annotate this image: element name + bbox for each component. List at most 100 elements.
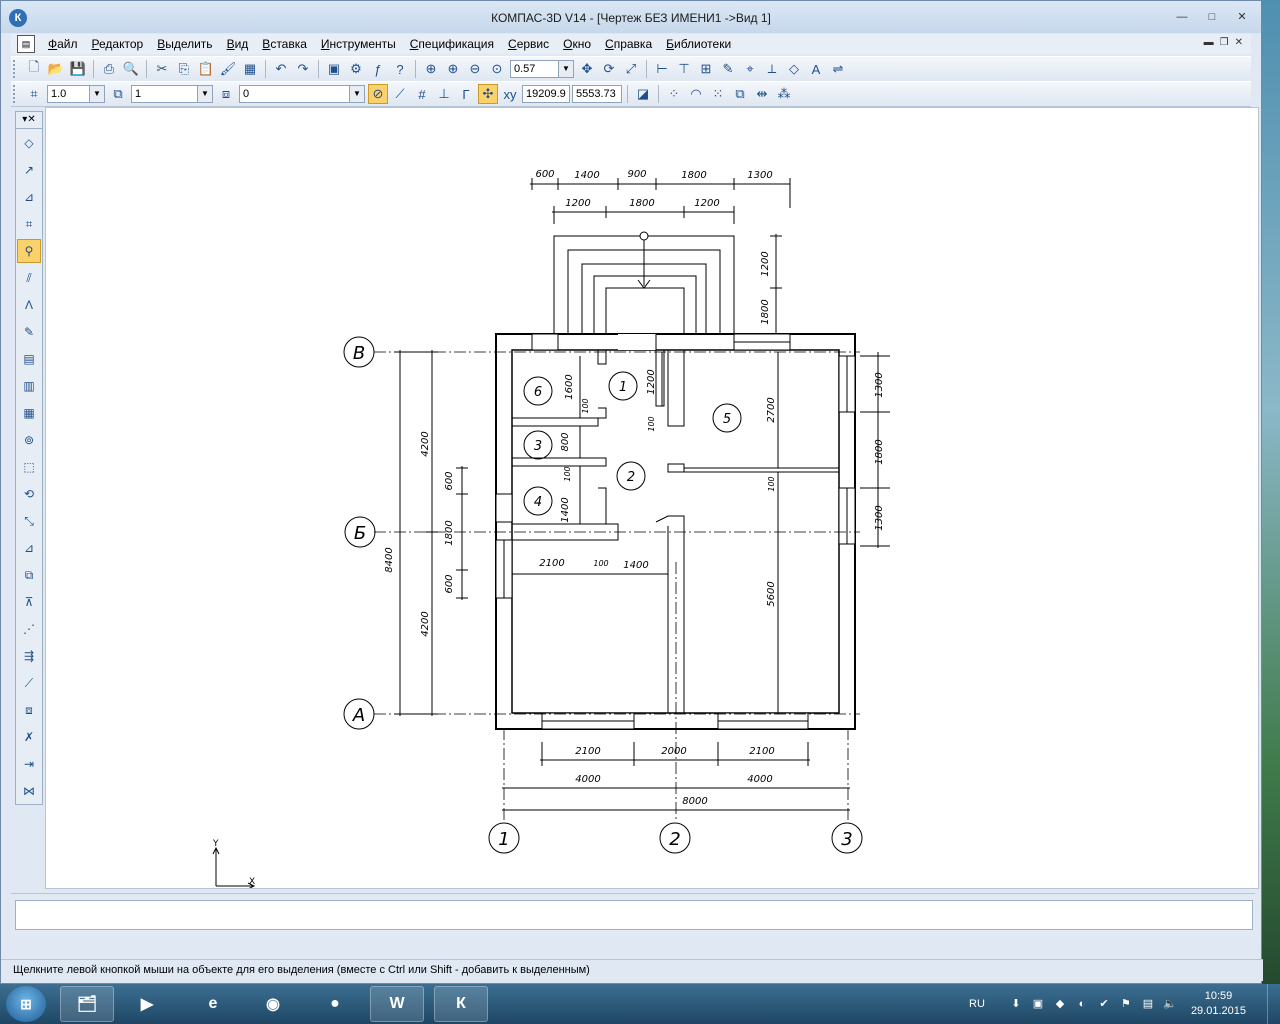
show-desktop-button[interactable] (1267, 984, 1280, 1024)
menu-view[interactable]: Вид (220, 34, 256, 54)
paste-icon[interactable]: 📋 (196, 59, 216, 79)
print-icon[interactable]: ⎙ (99, 59, 119, 79)
edit-tool-icon[interactable]: ⌗ (17, 212, 41, 236)
menu-help[interactable]: Справка (598, 34, 659, 54)
dimension-icon[interactable]: ⊢ (652, 59, 672, 79)
toolbar-grip[interactable] (13, 60, 19, 78)
spec-icon[interactable]: A (806, 59, 826, 79)
new-file-icon[interactable]: 🗋 (24, 59, 44, 79)
extend-tool-icon[interactable]: ⇶ (17, 644, 41, 668)
style-icon[interactable]: ⧉ (108, 84, 128, 104)
ortho-icon[interactable]: ⟋ (390, 84, 410, 104)
zoom-out-icon[interactable]: ⊖ (465, 59, 485, 79)
align-tool-icon[interactable]: ⇥ (17, 752, 41, 776)
help-pointer-icon[interactable]: ? (390, 59, 410, 79)
menu-select[interactable]: Выделить (150, 34, 219, 54)
app-taskbar-icon[interactable]: ● (308, 986, 362, 1022)
grid-icon[interactable]: # (412, 84, 432, 104)
chrome-taskbar-icon[interactable]: ◉ (246, 986, 300, 1022)
refresh-icon[interactable]: ⟳ (599, 59, 619, 79)
snap-icon[interactable]: ⊘ (368, 84, 388, 104)
chevron-down-icon[interactable]: ▼ (349, 86, 364, 102)
doc-minimize-icon[interactable]: ▬ (1204, 37, 1214, 48)
select-icon[interactable]: ◇ (784, 59, 804, 79)
designations-tool-icon[interactable]: ⊿ (17, 185, 41, 209)
delete-tool-icon[interactable]: ✗ (17, 725, 41, 749)
break-tool-icon[interactable]: ⟋ (17, 671, 41, 695)
dimensions-tool-icon[interactable]: ↗ (17, 158, 41, 182)
library-icon[interactable]: ⚙ (346, 59, 366, 79)
dots-icon[interactable]: ⁙ (708, 84, 728, 104)
symbols-icon[interactable]: ⊤ (674, 59, 694, 79)
symmetry-tool-icon[interactable]: ⊿ (17, 536, 41, 560)
tray-app3-icon[interactable]: ◐ (1074, 996, 1090, 1012)
copy-icon[interactable]: ⎘ (174, 59, 194, 79)
maximize-button[interactable]: □ (1201, 9, 1223, 25)
word-taskbar-icon[interactable]: W (370, 986, 424, 1022)
geometry-tool-icon[interactable]: ◇ (17, 131, 41, 155)
round-icon[interactable]: Γ (456, 84, 476, 104)
tray-app2-icon[interactable]: ◆ (1052, 996, 1068, 1012)
menu-window[interactable]: Окно (556, 34, 598, 54)
zoom-scale-icon[interactable]: ⊙ (487, 59, 507, 79)
language-indicator[interactable]: RU (969, 998, 985, 1010)
volume-icon[interactable]: 🔈 (1162, 996, 1178, 1012)
zoom-window-icon[interactable]: ⊕ (421, 59, 441, 79)
media-player-taskbar-icon[interactable]: ▶ (120, 986, 174, 1022)
zoom-in-icon[interactable]: ⊕ (443, 59, 463, 79)
clock[interactable]: 10:59 29.01.2015 (1191, 989, 1246, 1019)
menu-file[interactable]: Файл (41, 34, 85, 54)
layer-combo[interactable]: 0 ▼ (239, 85, 365, 103)
chevron-down-icon[interactable]: ▼ (89, 86, 104, 102)
explorer-taskbar-icon[interactable]: 🗂 (60, 986, 114, 1022)
table-icon[interactable]: ⊞ (696, 59, 716, 79)
measure-icon[interactable]: ⟂ (762, 59, 782, 79)
spec-tool-icon[interactable]: ▤ (17, 347, 41, 371)
menu-tools[interactable]: Инструменты (314, 34, 403, 54)
doc-close-icon[interactable]: ✕ (1235, 37, 1243, 48)
kompas-taskbar-icon[interactable]: К (434, 986, 488, 1022)
preview-icon[interactable]: 🔍 (121, 59, 141, 79)
chevron-down-icon[interactable]: ▼ (197, 86, 212, 102)
measure-tool-icon[interactable]: ⫽ (17, 266, 41, 290)
chevron-down-icon[interactable]: ▼ (558, 61, 573, 77)
fillet-tool-icon[interactable]: ⋈ (17, 779, 41, 803)
toolbar-grip[interactable] (13, 85, 19, 103)
arc-icon[interactable]: ◠ (686, 84, 706, 104)
start-button[interactable]: ⊞ (6, 986, 46, 1022)
associative-tool-icon[interactable]: ✎ (17, 320, 41, 344)
cut-icon[interactable]: ✂ (152, 59, 172, 79)
array-icon[interactable]: ⁂ (774, 84, 794, 104)
fragments-tool-icon[interactable]: ⊚ (17, 428, 41, 452)
dots-grid-icon[interactable]: ⁘ (664, 84, 684, 104)
coord-y-field[interactable]: 5553.73 (572, 85, 622, 103)
manager-icon[interactable]: ▣ (324, 59, 344, 79)
move-tool-icon[interactable]: ⬚ (17, 455, 41, 479)
edit-icon[interactable]: ✎ (718, 59, 738, 79)
network-icon[interactable]: ▤ (1140, 996, 1156, 1012)
flag-icon[interactable]: ⚑ (1118, 996, 1134, 1012)
tray-app-icon[interactable]: ▣ (1030, 996, 1046, 1012)
close-button[interactable]: ✕ (1231, 9, 1253, 25)
menu-service[interactable]: Сервис (501, 34, 556, 54)
minimize-button[interactable]: — (1171, 9, 1193, 25)
trim-tool-icon[interactable]: ⋰ (17, 617, 41, 641)
local-cs-icon[interactable]: ⊥ (434, 84, 454, 104)
copy-props-icon[interactable]: ⧉ (730, 84, 750, 104)
tray-app4-icon[interactable]: ✔ (1096, 996, 1112, 1012)
properties-icon[interactable]: ▦ (240, 59, 260, 79)
redo-icon[interactable]: ↷ (293, 59, 313, 79)
coord-x-field[interactable]: 19209.9 (522, 85, 570, 103)
drawing-canvas[interactable]: В Б А 1 2 3 1 2 3 4 5 6 600 1400 900 180… (45, 107, 1259, 889)
download-icon[interactable]: ⬇ (1008, 996, 1024, 1012)
deform-tool-icon[interactable]: ⊼ (17, 590, 41, 614)
cursor-track-icon[interactable]: ✣ (478, 84, 498, 104)
menu-editor[interactable]: Редактор (85, 34, 151, 54)
menu-libraries[interactable]: Библиотеки (659, 34, 738, 54)
scale-combo[interactable]: 1.0 ▼ (47, 85, 105, 103)
format-brush-icon[interactable]: 🖌 (218, 59, 238, 79)
report-icon[interactable]: ⇌ (828, 59, 848, 79)
clipboard-tool-icon[interactable]: ⧈ (17, 698, 41, 722)
params-tool-icon[interactable]: ⚲ (17, 239, 41, 263)
select-tool-icon[interactable]: Λ (17, 293, 41, 317)
